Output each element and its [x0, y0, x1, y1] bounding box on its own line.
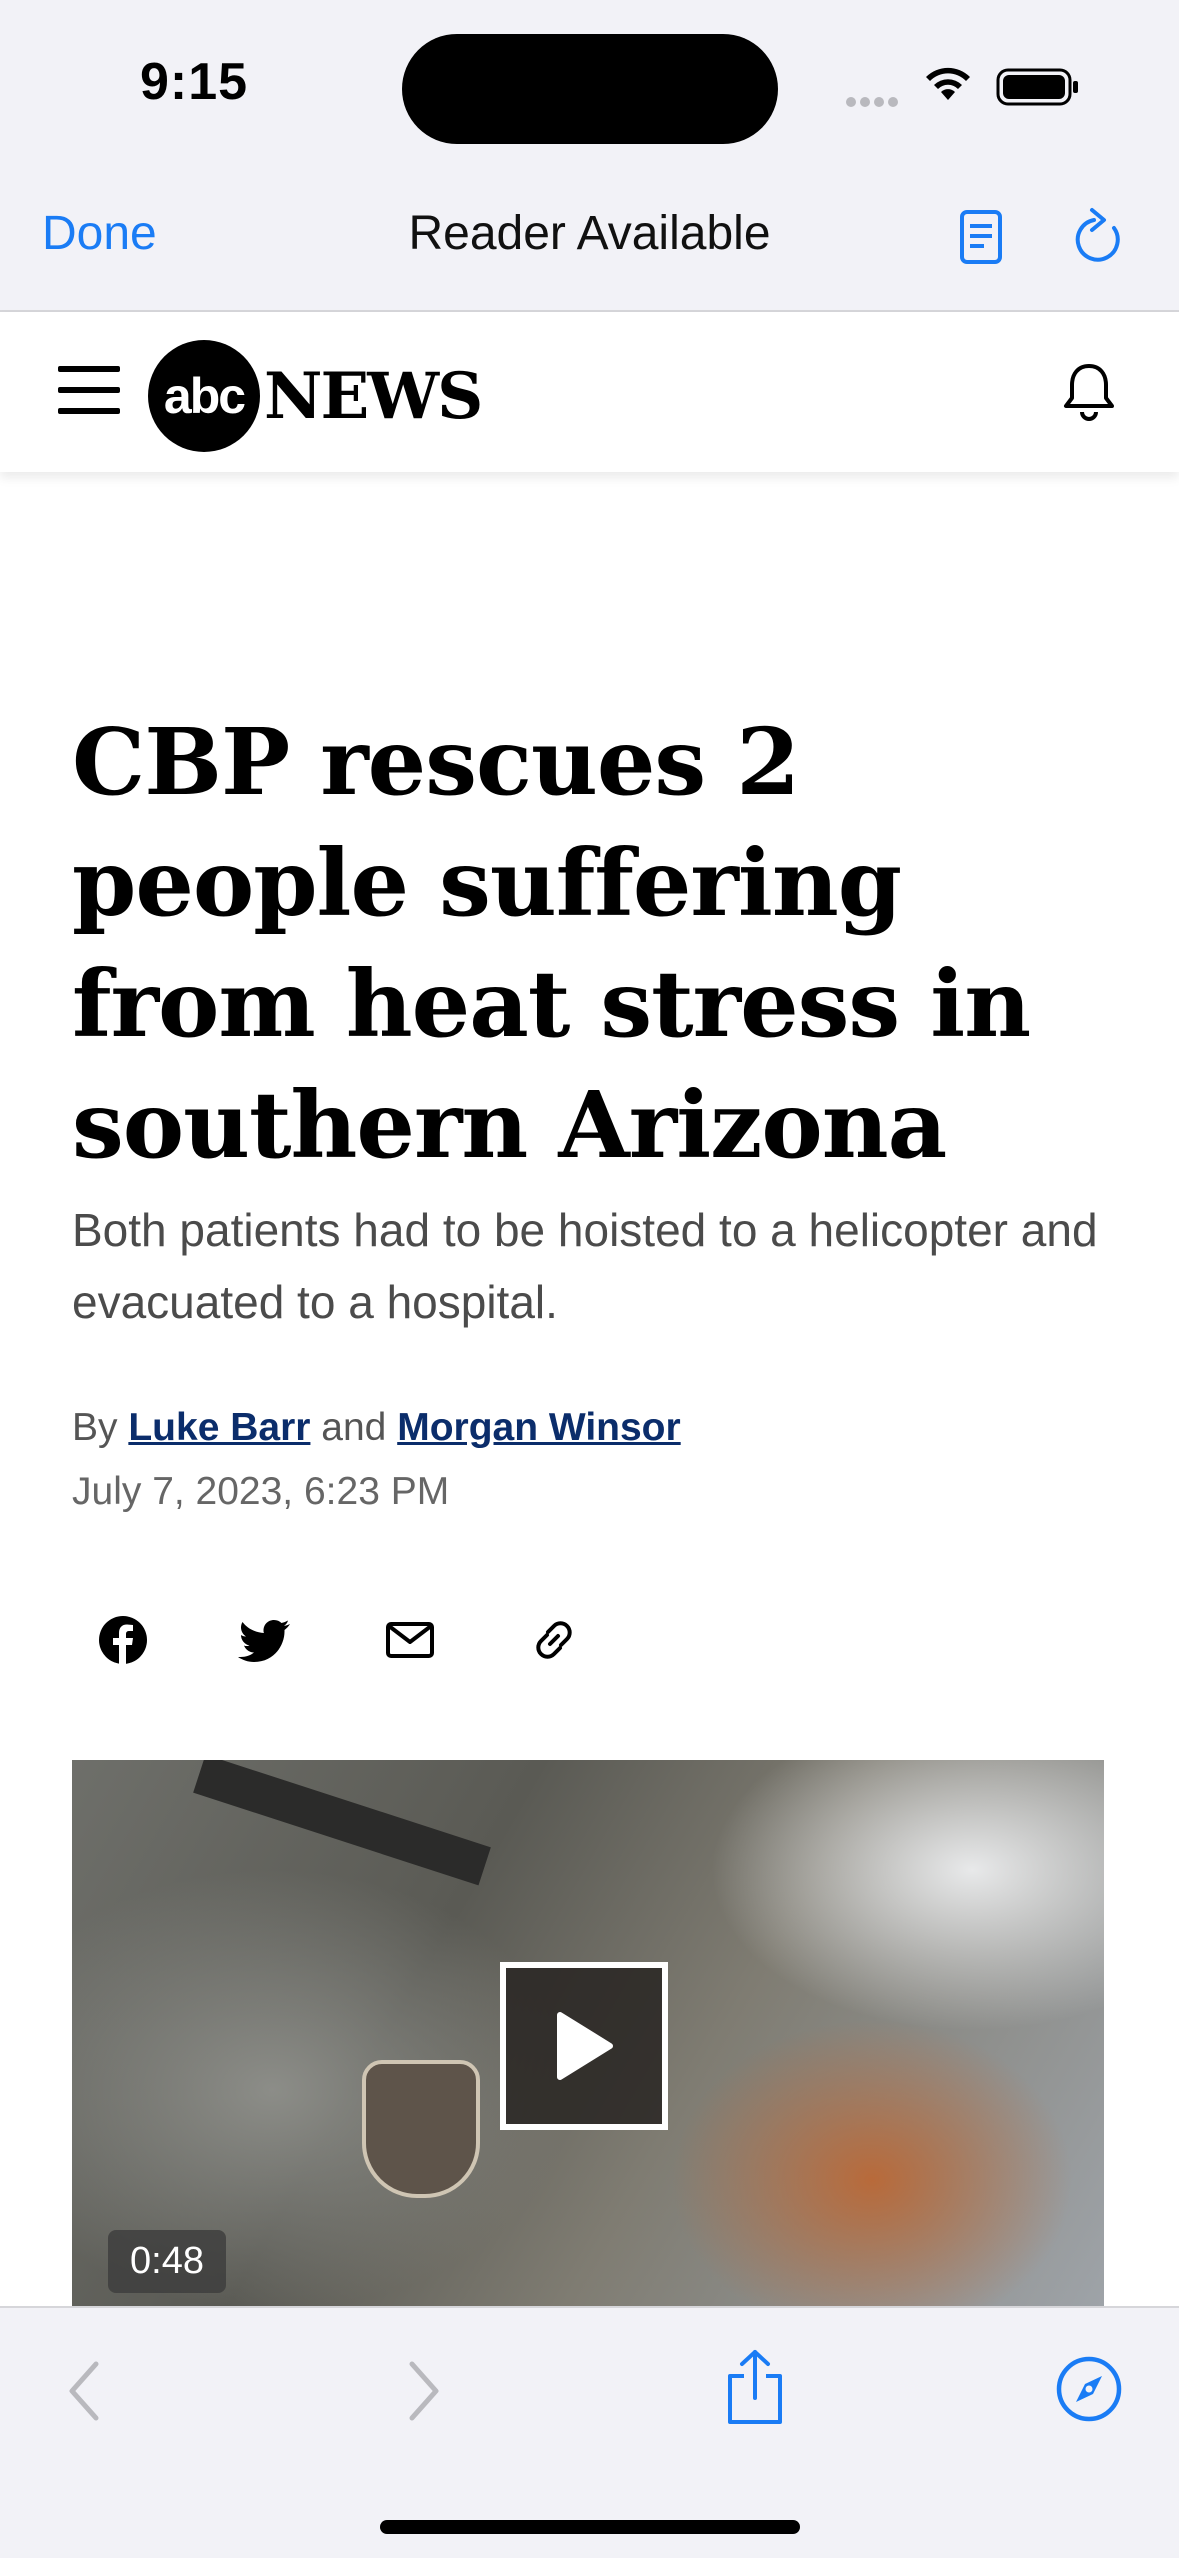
wifi-icon [926, 67, 970, 100]
play-icon [557, 2012, 613, 2080]
battery-icon [996, 68, 1078, 106]
link-icon[interactable] [526, 1612, 582, 1668]
browser-bottom-toolbar [0, 2306, 1179, 2558]
byline-and: and [321, 1406, 387, 1449]
done-button[interactable]: Done [42, 206, 157, 261]
article-headline: CBP rescues 2 people suffering from heat… [72, 708, 1031, 1179]
status-bar: 9:15 [0, 0, 1179, 170]
play-button[interactable] [500, 1962, 668, 2130]
article-subheadline: Both patients had to be hoisted to a hel… [72, 1204, 1098, 1328]
dynamic-island [402, 34, 778, 144]
mail-icon[interactable] [382, 1612, 438, 1668]
compass-icon[interactable] [1054, 2354, 1124, 2424]
logo-abc-mark: abc [148, 340, 260, 452]
cellular-signal-icon [846, 94, 902, 112]
reader-mode-icon[interactable] [956, 208, 1008, 268]
back-icon[interactable] [64, 2358, 104, 2424]
video-thumbnail-detail [193, 1760, 491, 1886]
author-link-morgan-winsor[interactable]: Morgan Winsor [397, 1406, 680, 1449]
video-duration: 0:48 [108, 2230, 226, 2293]
browser-top-bar: Done Reader Available [0, 170, 1179, 312]
share-icon[interactable] [722, 2348, 788, 2428]
byline-prefix: By [72, 1406, 118, 1449]
reload-icon[interactable] [1070, 206, 1130, 270]
byline: By Luke Barr and Morgan Winsor [72, 1406, 681, 1450]
facebook-icon[interactable] [95, 1612, 151, 1668]
twitter-icon[interactable] [238, 1612, 294, 1668]
abc-news-logo[interactable]: abc NEWS [148, 340, 483, 452]
menu-icon[interactable] [58, 366, 120, 414]
author-link-luke-barr[interactable]: Luke Barr [128, 1406, 310, 1449]
home-indicator[interactable] [380, 2520, 800, 2534]
site-header: abc NEWS [0, 312, 1179, 472]
forward-icon[interactable] [404, 2358, 444, 2424]
video-thumbnail-detail [362, 2060, 480, 2198]
video-player[interactable]: 0:48 [72, 1760, 1104, 2306]
notification-bell-icon[interactable] [1058, 360, 1120, 422]
status-time: 9:15 [140, 53, 249, 111]
logo-news-word: NEWS [264, 358, 483, 434]
publish-date: July 7, 2023, 6:23 PM [72, 1470, 450, 1513]
